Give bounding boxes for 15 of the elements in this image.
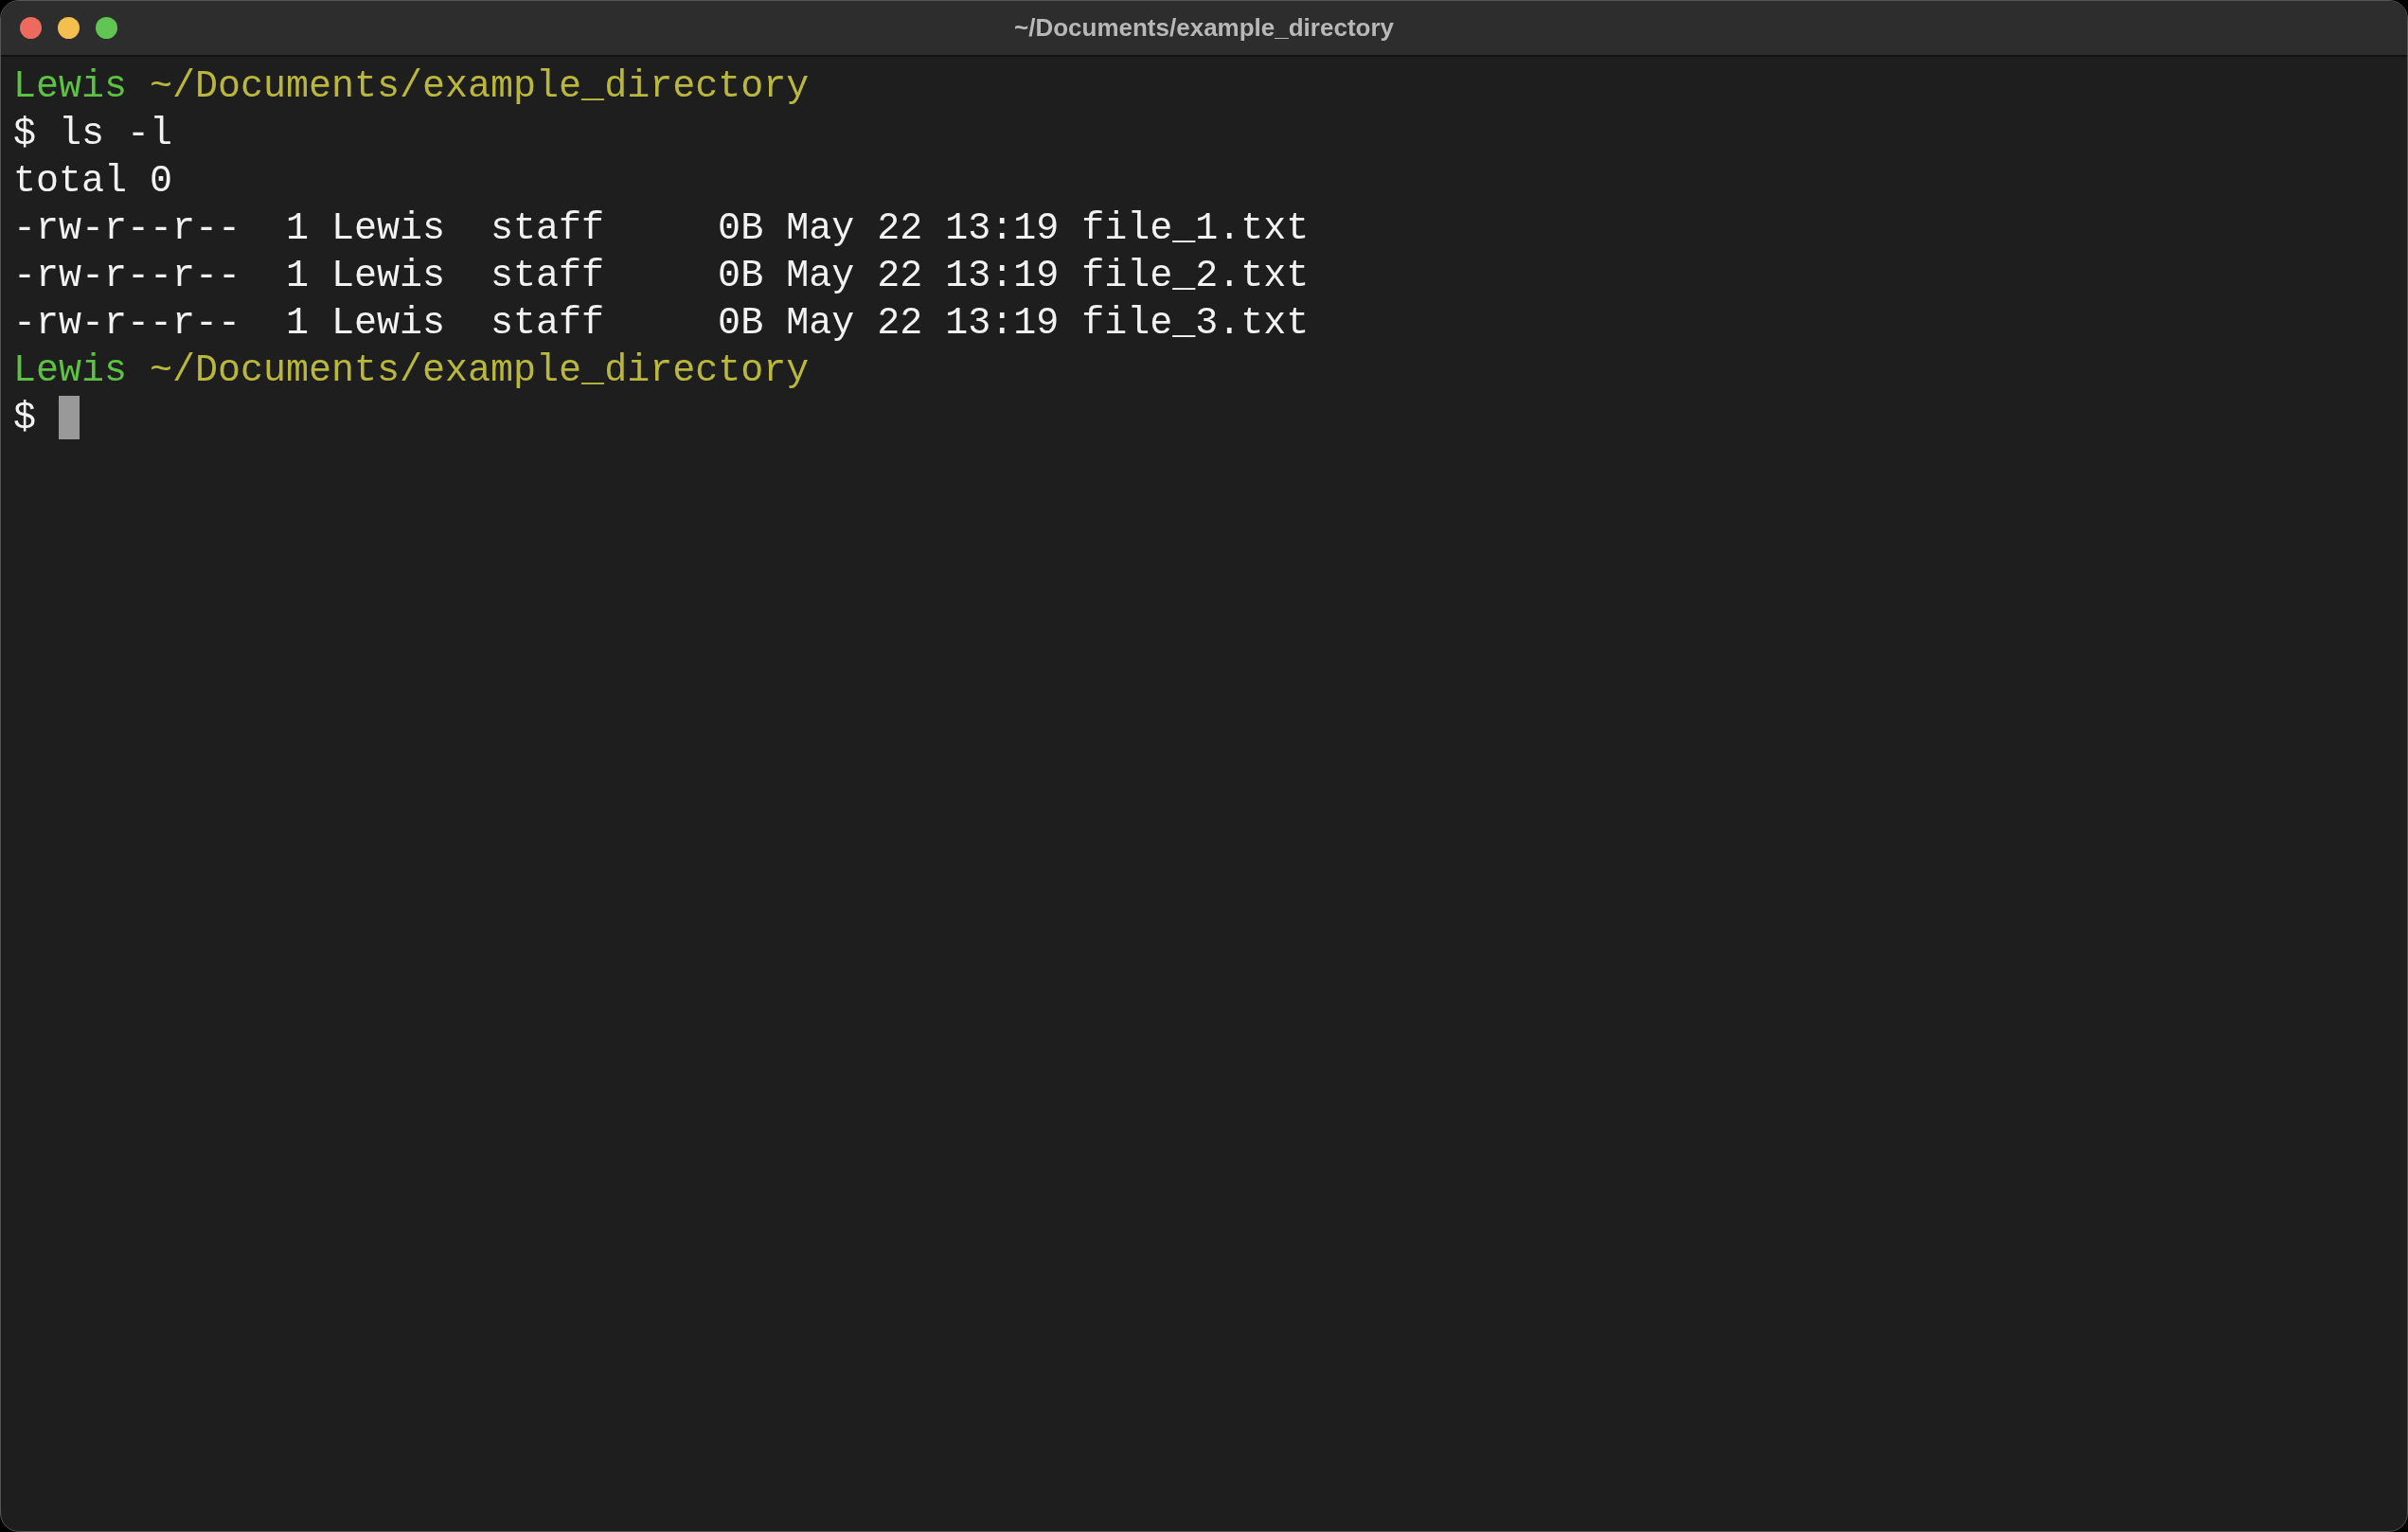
prompt-user: Lewis (13, 64, 128, 108)
prompt-symbol: $ (13, 396, 36, 439)
output-line: -rw-r--r-- 1 Lewis staff 0B May 22 13:19 file_3.txt (13, 301, 1310, 345)
output-line: total 0 (13, 159, 173, 203)
minimize-button[interactable] (58, 17, 80, 39)
output-line: -rw-r--r-- 1 Lewis staff 0B May 22 13:19 file_1.txt (13, 206, 1310, 250)
prompt-path: ~/Documents/example_directory (150, 64, 810, 108)
text-cursor (59, 396, 80, 439)
prompt-user: Lewis (13, 348, 128, 392)
output-line: -rw-r--r-- 1 Lewis staff 0B May 22 13:19 file_2.txt (13, 254, 1310, 297)
zoom-button[interactable] (96, 17, 117, 39)
command-line: $ ls -l (13, 112, 173, 155)
close-button[interactable] (20, 17, 42, 39)
prompt-path: ~/Documents/example_directory (150, 348, 810, 392)
window-title: ~/Documents/example_directory (1014, 13, 1394, 43)
